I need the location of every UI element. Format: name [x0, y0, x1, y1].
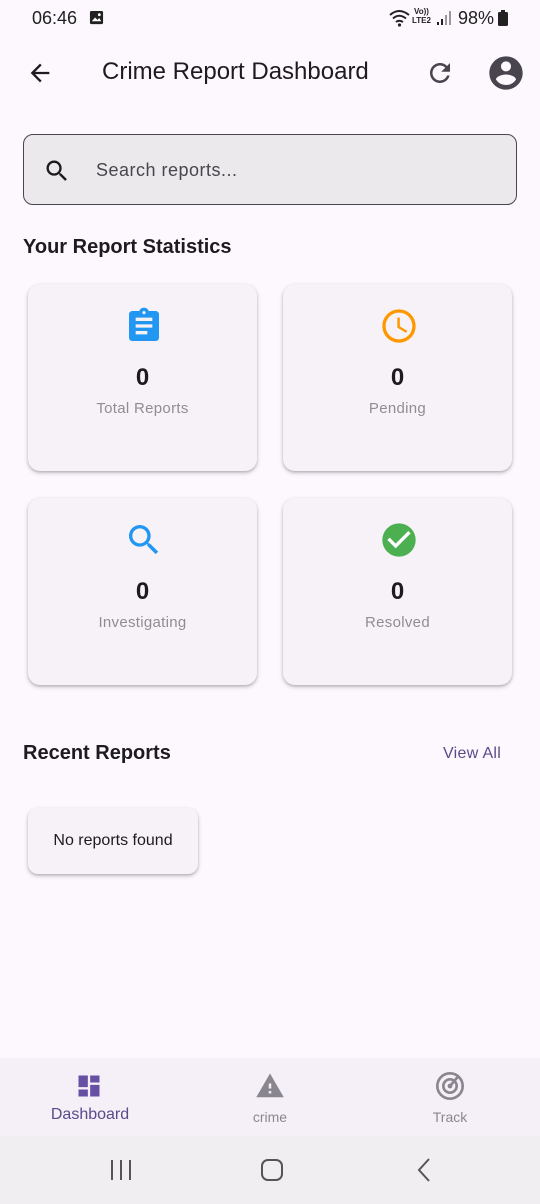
system-navigation-bar	[0, 1136, 540, 1204]
app-bar: Crime Report Dashboard	[0, 38, 540, 108]
nav-label-dashboard: Dashboard	[50, 1106, 130, 1123]
nav-label-crime: crime	[252, 1109, 288, 1125]
battery-icon	[498, 10, 508, 26]
volte-bottom-text: LTE2	[412, 16, 431, 25]
nav-item-crime[interactable]: crime	[180, 1058, 360, 1136]
gallery-notification-icon	[89, 10, 104, 25]
warning-icon	[256, 1073, 284, 1098]
stat-value: 0	[135, 578, 150, 605]
track-icon	[436, 1072, 464, 1100]
stat-value: 0	[135, 364, 150, 391]
clipboard-icon	[129, 307, 159, 341]
stat-value: 0	[390, 578, 405, 605]
chevron-left-icon	[417, 1158, 430, 1182]
back-button[interactable]	[20, 53, 60, 93]
check-circle-icon	[382, 523, 416, 557]
volte-top-text: Vo))	[414, 7, 429, 16]
system-back-button[interactable]	[404, 1154, 444, 1186]
search-box[interactable]	[23, 134, 517, 205]
empty-reports-message: No reports found	[53, 832, 173, 849]
profile-button[interactable]	[486, 53, 526, 93]
bottom-navigation: Dashboard crime Track	[0, 1058, 540, 1136]
stat-value: 0	[390, 364, 405, 391]
search-icon	[129, 525, 159, 555]
nav-label-track: Track	[432, 1109, 468, 1125]
refresh-button[interactable]	[420, 53, 460, 93]
home-button[interactable]	[252, 1154, 292, 1186]
search-icon	[46, 160, 67, 181]
signal-icon	[437, 11, 451, 25]
volte-icon: Vo)) LTE2	[412, 7, 431, 25]
home-icon	[261, 1159, 283, 1181]
account-circle-icon	[489, 56, 523, 90]
stat-label: Resolved	[365, 614, 430, 631]
nav-item-track[interactable]: Track	[360, 1058, 540, 1136]
recent-apps-button[interactable]	[101, 1154, 141, 1186]
stat-label: Pending	[368, 400, 427, 417]
wifi-icon	[389, 10, 410, 27]
battery-percent: 98%	[458, 8, 495, 28]
statistics-title: Your Report Statistics	[23, 236, 232, 258]
stat-label: Total Reports	[96, 400, 189, 417]
status-bar: 06:46 Vo)) LTE2 98%	[0, 0, 540, 38]
nav-item-dashboard[interactable]: Dashboard	[0, 1058, 180, 1136]
page-title: Crime Report Dashboard	[102, 58, 369, 85]
dashboard-icon	[78, 1075, 100, 1097]
stat-card-total-reports[interactable]: 0 Total Reports	[28, 284, 257, 471]
search-input[interactable]	[96, 151, 496, 189]
stat-card-investigating[interactable]: 0 Investigating	[28, 498, 257, 685]
stat-card-resolved[interactable]: 0 Resolved	[283, 498, 512, 685]
status-time: 06:46	[32, 8, 78, 28]
refresh-icon	[430, 63, 450, 83]
recent-reports-title: Recent Reports	[23, 742, 171, 764]
stat-label: Investigating	[98, 614, 187, 631]
recent-apps-icon	[111, 1160, 131, 1180]
view-all-link[interactable]: View All	[443, 745, 501, 763]
empty-reports-card: No reports found	[28, 808, 198, 874]
clock-icon	[382, 309, 416, 343]
stat-card-pending[interactable]: 0 Pending	[283, 284, 512, 471]
arrow-back-icon	[30, 63, 50, 83]
